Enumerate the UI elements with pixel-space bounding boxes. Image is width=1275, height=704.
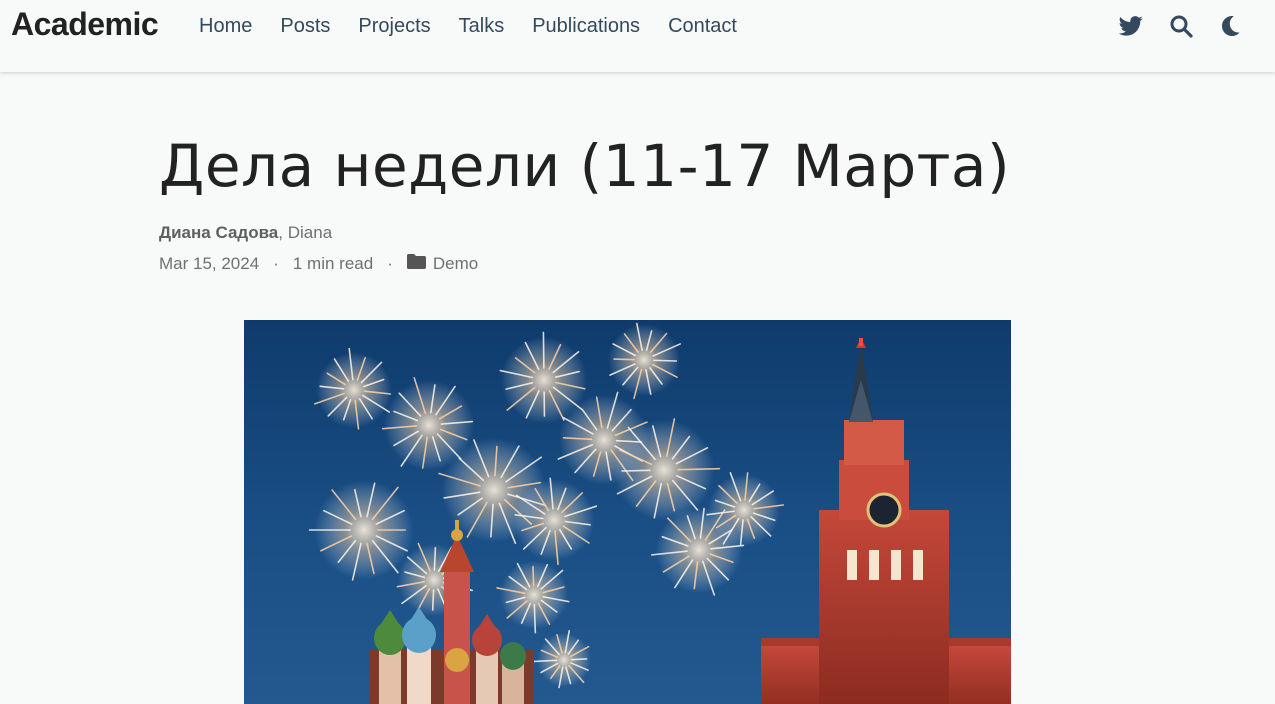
search-icon[interactable] xyxy=(1167,12,1195,40)
firework-glow xyxy=(537,633,591,687)
moon-icon[interactable] xyxy=(1217,12,1245,40)
nav-projects[interactable]: Projects xyxy=(358,13,430,39)
author-separator: , xyxy=(278,223,283,242)
firework-glow xyxy=(513,479,595,561)
article-metadata: Mar 15, 2024 · 1 min read · Demo xyxy=(159,253,1119,275)
firework-streak xyxy=(653,359,678,362)
reading-time: 1 min read xyxy=(292,254,374,273)
firework-streak xyxy=(613,358,635,361)
firework-streak xyxy=(533,603,537,634)
nav-home[interactable]: Home xyxy=(199,13,252,39)
firework-streak xyxy=(677,467,721,471)
folder-icon xyxy=(406,253,426,275)
category-link[interactable]: Demo xyxy=(433,253,478,275)
page-title: Дела недели (11-17 Марта) xyxy=(159,132,1011,200)
author-secondary[interactable]: Diana xyxy=(288,223,332,242)
firework-glow xyxy=(613,419,715,521)
firework-streak xyxy=(621,469,651,472)
nav-talks[interactable]: Talks xyxy=(459,13,505,39)
firework-streak xyxy=(532,565,535,587)
firework-streak xyxy=(533,659,558,663)
nav-contact[interactable]: Contact xyxy=(668,13,737,39)
article-header: Дела недели (11-17 Марта) Диана Садова, … xyxy=(159,128,1119,275)
author-primary[interactable]: Диана Садова xyxy=(159,223,278,242)
nav-posts[interactable]: Posts xyxy=(280,13,330,39)
firework-streak xyxy=(433,546,437,571)
main-nav: Home Posts Projects Talks Publications C… xyxy=(199,13,765,39)
featured-image xyxy=(244,320,1011,704)
nav-actions xyxy=(1095,12,1245,40)
meta-separator: · xyxy=(273,254,279,273)
nav-publications[interactable]: Publications xyxy=(532,13,640,39)
author-list: Диана Садова, Diana xyxy=(159,222,1119,244)
navbar: Academic Home Posts Projects Talks Publi… xyxy=(0,0,1275,72)
meta-separator: · xyxy=(387,254,393,273)
firework-streak xyxy=(431,589,435,611)
twitter-icon[interactable] xyxy=(1117,12,1145,40)
publish-date: Mar 15, 2024 xyxy=(159,254,260,273)
site-brand[interactable]: Academic xyxy=(11,6,159,43)
firework-glow xyxy=(499,560,569,630)
firework-streak xyxy=(570,658,588,661)
fireworks-kremlin-image xyxy=(244,320,1011,704)
